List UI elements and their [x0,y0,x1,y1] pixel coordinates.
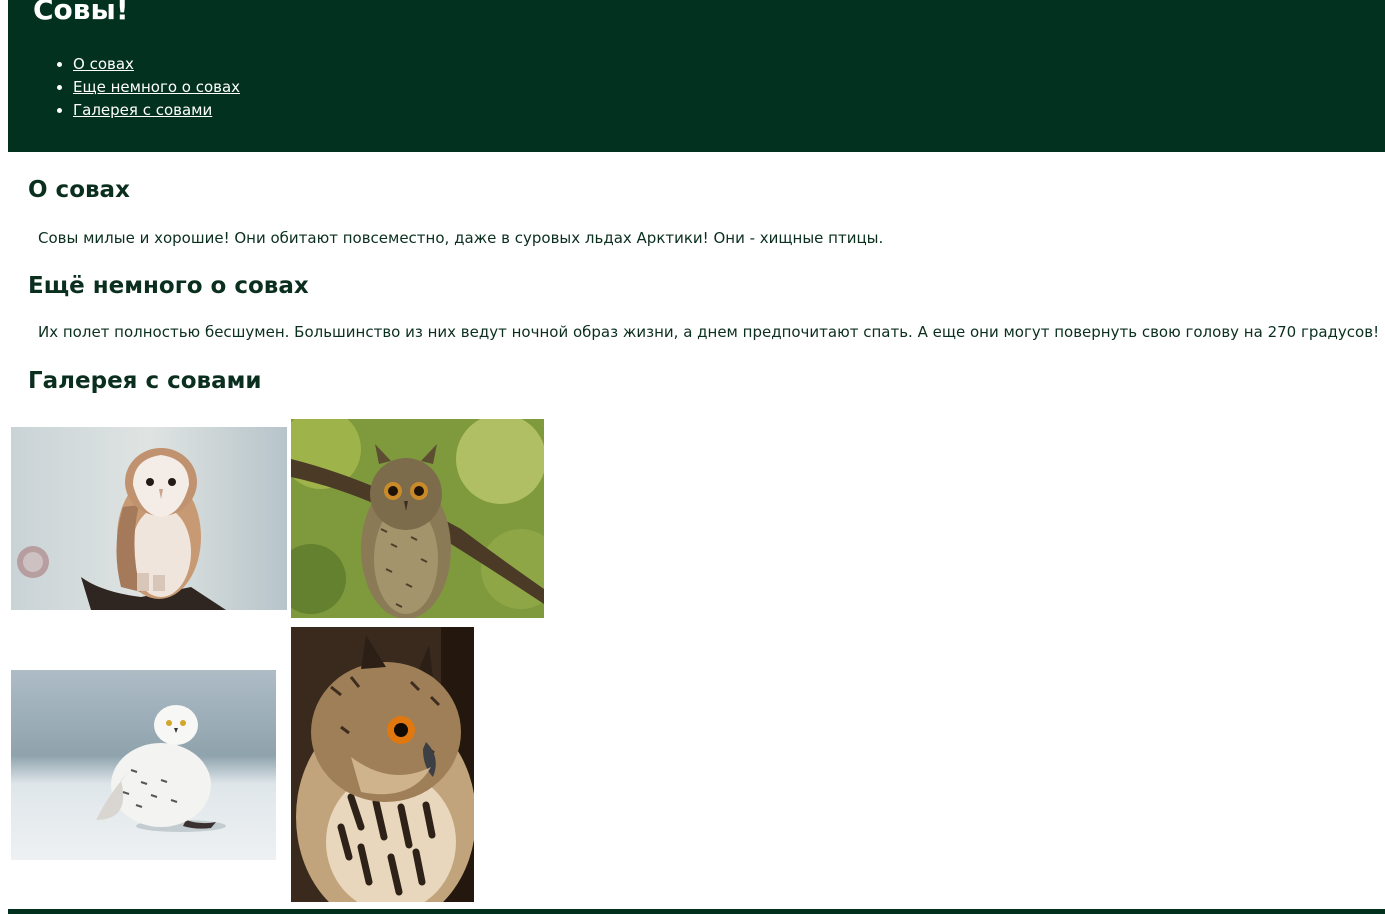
nav-item: Еще немного о совах [73,76,240,99]
snowy-owl-photo [11,670,276,860]
page: Совы! О совах Еще немного о совах Галере… [0,0,1385,914]
site-title: Совы! [33,0,129,26]
nav-item: Галерея с совами [73,99,240,122]
barn-owl-photo [11,427,287,610]
eagle-owl-photo [291,627,474,902]
section-text-about: Совы милые и хорошие! Они обитают повсем… [38,229,884,247]
site-header: Совы! О совах Еще немного о совах Галере… [8,0,1385,152]
nav-item: О совах [73,53,240,76]
long-eared-owl-photo [291,419,544,618]
nav-link-more[interactable]: Еще немного о совах [73,78,240,96]
section-title-gallery: Галерея с совами [28,368,262,394]
footer-bar [8,909,1385,914]
section-title-about: О совах [28,177,130,203]
nav-link-about[interactable]: О совах [73,55,134,73]
nav-link-gallery[interactable]: Галерея с совами [73,101,212,119]
nav-menu: О совах Еще немного о совах Галерея с со… [53,53,240,122]
section-text-more: Их полет полностью бесшумен. Большинство… [38,323,1380,341]
section-title-more: Ещё немного о совах [28,273,309,299]
